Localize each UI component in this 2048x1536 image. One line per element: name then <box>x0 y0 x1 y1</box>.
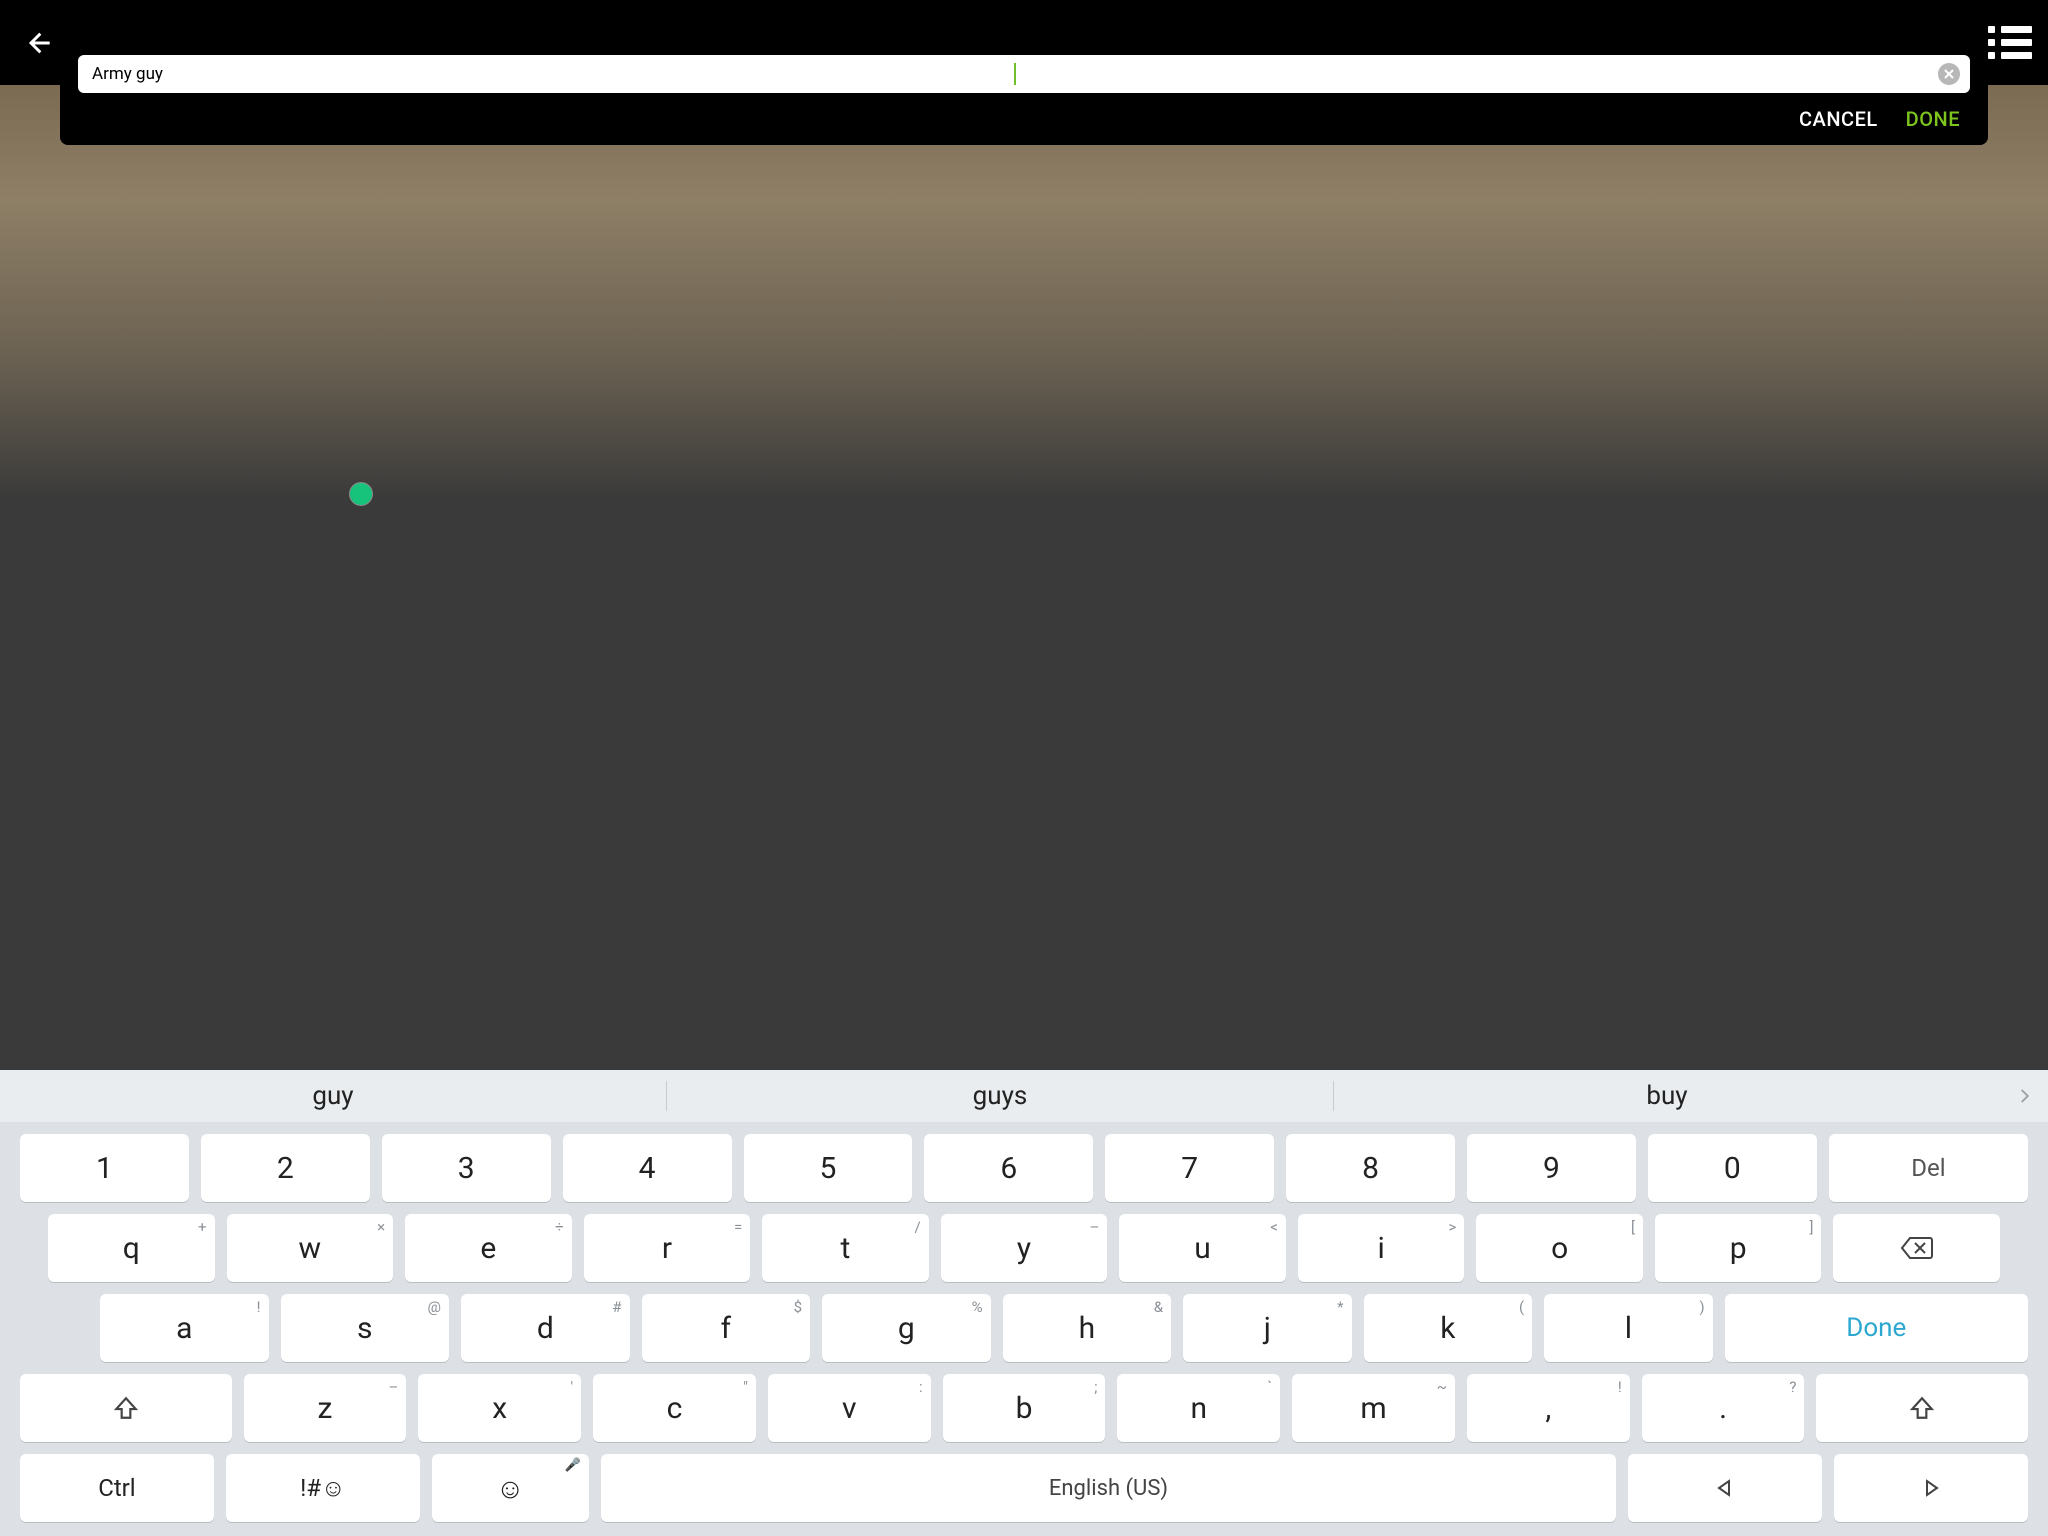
key-done[interactable]: Done <box>1725 1294 2028 1362</box>
key-cursor-right[interactable] <box>1834 1454 2028 1522</box>
key-f[interactable]: f$ <box>642 1294 811 1362</box>
key-symbols[interactable]: !#☺ <box>226 1454 420 1522</box>
key-g[interactable]: g% <box>822 1294 991 1362</box>
key-2[interactable]: 2 <box>201 1134 370 1202</box>
suggestion-3[interactable]: buy <box>1334 1081 2000 1111</box>
key-del[interactable]: Del <box>1829 1134 2028 1202</box>
key-b[interactable]: b; <box>943 1374 1106 1442</box>
suggestion-2[interactable]: guys <box>667 1081 1333 1111</box>
suggestion-1[interactable]: guy <box>0 1081 666 1111</box>
key-row-bottom: Ctrl !#☺ ☺ 🎤 English (US) <box>0 1454 2048 1522</box>
arrow-left-icon <box>24 29 52 57</box>
triangle-right-icon <box>1921 1478 1941 1498</box>
suggestion-bar: guy guys buy <box>0 1070 2048 1122</box>
key-q[interactable]: q+ <box>48 1214 215 1282</box>
key-z[interactable]: z– <box>244 1374 407 1442</box>
more-suggestions-button[interactable] <box>2000 1087 2048 1105</box>
cancel-button[interactable]: CANCEL <box>1799 107 1878 131</box>
key-l[interactable]: l) <box>1544 1294 1713 1362</box>
text-cursor <box>1014 63 1016 85</box>
key-9[interactable]: 9 <box>1467 1134 1636 1202</box>
key-5[interactable]: 5 <box>744 1134 913 1202</box>
back-button[interactable] <box>16 21 60 65</box>
tag-input[interactable] <box>92 64 1015 84</box>
key-j[interactable]: j* <box>1183 1294 1352 1362</box>
key-c[interactable]: c" <box>593 1374 756 1442</box>
key-cursor-left[interactable] <box>1628 1454 1822 1522</box>
key-v[interactable]: v: <box>768 1374 931 1442</box>
done-button[interactable]: DONE <box>1906 107 1960 131</box>
key-row-asdf: a! s@ d# f$ g% h& j* k( l) Done <box>0 1294 2048 1362</box>
key-y[interactable]: y– <box>941 1214 1108 1282</box>
key-n[interactable]: n` <box>1117 1374 1280 1442</box>
chevron-right-icon <box>2015 1087 2033 1105</box>
key-8[interactable]: 8 <box>1286 1134 1455 1202</box>
key-6[interactable]: 6 <box>924 1134 1093 1202</box>
key-period[interactable]: .? <box>1642 1374 1805 1442</box>
key-w[interactable]: w× <box>227 1214 394 1282</box>
key-k[interactable]: k( <box>1364 1294 1533 1362</box>
key-i[interactable]: i> <box>1298 1214 1465 1282</box>
key-r[interactable]: r= <box>584 1214 751 1282</box>
shift-icon <box>1909 1395 1935 1421</box>
key-m[interactable]: m~ <box>1292 1374 1455 1442</box>
key-7[interactable]: 7 <box>1105 1134 1274 1202</box>
key-4[interactable]: 4 <box>563 1134 732 1202</box>
shift-icon <box>113 1395 139 1421</box>
key-u[interactable]: u< <box>1119 1214 1286 1282</box>
photo-viewport[interactable] <box>0 0 2048 1070</box>
list-menu-button[interactable] <box>1988 21 2032 65</box>
key-row-qwerty: q+ w× e÷ r= t/ y– u< i> o[ p] <box>0 1214 2048 1282</box>
key-row-numbers: 1 2 3 4 5 6 7 8 9 0 Del <box>0 1134 2048 1202</box>
key-emoji[interactable]: ☺ 🎤 <box>432 1454 589 1522</box>
key-shift-left[interactable] <box>20 1374 232 1442</box>
soft-keyboard: guy guys buy 1 2 3 4 5 6 7 8 9 0 Del q+ … <box>0 1070 2048 1536</box>
backspace-icon <box>1900 1236 1934 1260</box>
close-icon <box>1943 68 1955 80</box>
key-1[interactable]: 1 <box>20 1134 189 1202</box>
key-comma[interactable]: ,! <box>1467 1374 1630 1442</box>
key-a[interactable]: a! <box>100 1294 269 1362</box>
tag-text-field[interactable] <box>78 55 1970 93</box>
triangle-left-icon <box>1715 1478 1735 1498</box>
list-menu-icon <box>1988 26 2032 33</box>
key-h[interactable]: h& <box>1003 1294 1172 1362</box>
tag-marker[interactable] <box>350 483 372 505</box>
key-o[interactable]: o[ <box>1476 1214 1643 1282</box>
panel-actions: CANCEL DONE <box>60 93 1988 145</box>
key-space[interactable]: English (US) <box>601 1454 1617 1522</box>
key-e[interactable]: e÷ <box>405 1214 572 1282</box>
emoji-icon: ☺ <box>496 1472 525 1505</box>
key-s[interactable]: s@ <box>281 1294 450 1362</box>
mic-icon: 🎤 <box>565 1458 581 1473</box>
key-3[interactable]: 3 <box>382 1134 551 1202</box>
key-shift-right[interactable] <box>1816 1374 2028 1442</box>
key-backspace[interactable] <box>1833 1214 2000 1282</box>
clear-input-button[interactable] <box>1938 63 1960 85</box>
tag-input-panel: CANCEL DONE <box>60 55 1988 145</box>
key-t[interactable]: t/ <box>762 1214 929 1282</box>
key-p[interactable]: p] <box>1655 1214 1822 1282</box>
key-d[interactable]: d# <box>461 1294 630 1362</box>
key-ctrl[interactable]: Ctrl <box>20 1454 214 1522</box>
key-x[interactable]: x' <box>418 1374 581 1442</box>
key-0[interactable]: 0 <box>1648 1134 1817 1202</box>
key-row-zxcv: z– x' c" v: b; n` m~ ,! .? <box>0 1374 2048 1442</box>
